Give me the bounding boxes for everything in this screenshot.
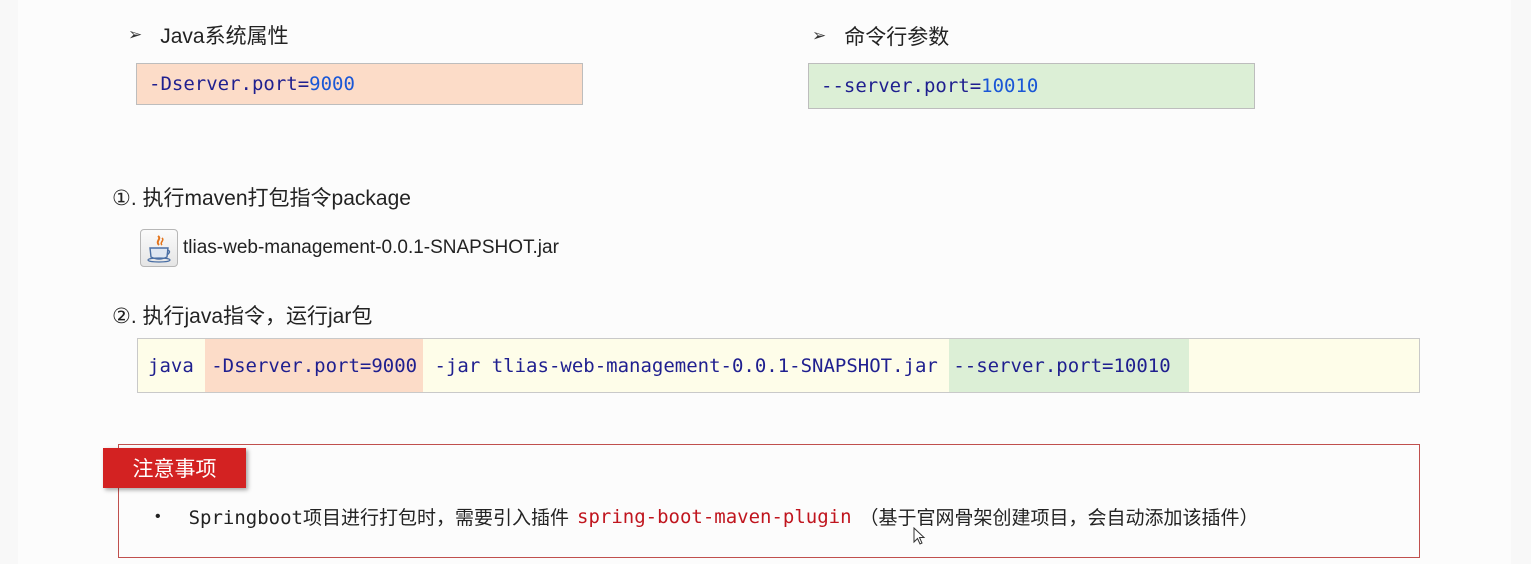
command-system-prop: -Dserver.port=9000: [205, 339, 424, 392]
mouse-cursor-icon: [913, 527, 926, 545]
cli-args-heading: ➢ 命令行参数: [812, 21, 949, 51]
step2-label: ②. 执行java指令，运行jar包: [112, 305, 373, 328]
code-key: -Dserver.port=: [149, 73, 310, 95]
jar-filename: tlias-web-management-0.0.1-SNAPSHOT.jar: [183, 237, 559, 258]
jar-file[interactable]: tlias-web-management-0.0.1-SNAPSHOT.jar: [140, 229, 559, 267]
cli-args-code: --server.port= 10010: [808, 63, 1255, 109]
command-java: java: [148, 354, 206, 377]
cli-args-title: 命令行参数: [844, 26, 950, 49]
java-run-command: java -Dserver.port=9000 -jar tlias-web-m…: [137, 338, 1420, 393]
java-system-props-code: -Dserver.port= 9000: [136, 63, 583, 105]
bullet-icon: •: [155, 507, 161, 525]
command-jar-part: -jar tlias-web-management-0.0.1-SNAPSHOT…: [423, 354, 950, 377]
notice-text-after: （基于官网骨架创建项目，会自动添加该插件）: [859, 507, 1259, 529]
notice-tag: 注意事项: [103, 448, 246, 488]
notice-text-before: Springboot项目进行打包时，需要引入插件: [188, 507, 569, 529]
java-system-props-title: Java系统属性: [160, 25, 289, 48]
code-value: 10010: [981, 75, 1039, 97]
step1-label: ①. 执行maven打包指令package: [112, 187, 411, 210]
code-value: 9000: [309, 73, 355, 95]
code-key: --server.port=: [821, 75, 982, 97]
plugin-name: spring-boot-maven-plugin: [577, 505, 852, 528]
arrow-bullet-icon: ➢: [128, 25, 143, 44]
arrow-bullet-icon: ➢: [812, 26, 827, 45]
command-cli-arg: --server.port=10010: [949, 339, 1189, 392]
notice-item: • Springboot项目进行打包时，需要引入插件 spring-boot-m…: [155, 503, 1259, 530]
java-jar-icon: [140, 229, 178, 267]
notice-box: [118, 444, 1420, 558]
java-system-props-heading: ➢ Java系统属性: [128, 20, 289, 50]
